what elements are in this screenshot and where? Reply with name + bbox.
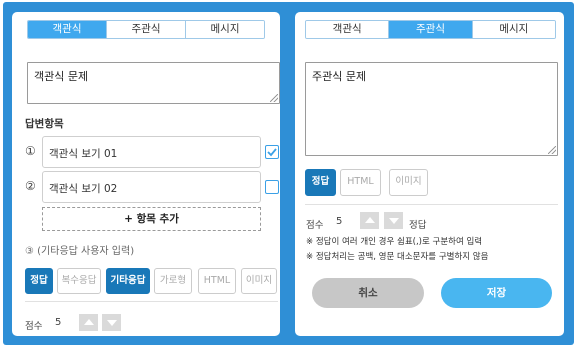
note-case-insensitive: ※ 정답처리는 공백, 영문 대소문자를 구별하지 않음 [306, 252, 489, 262]
etc-response-button[interactable]: 기타응답 [106, 268, 150, 294]
image-button[interactable]: 이미지 [389, 169, 428, 196]
correct-answer-checkbox[interactable] [265, 145, 279, 159]
divider [25, 301, 278, 302]
option-row-1: ① 객관식 보기 01 [12, 136, 280, 168]
option-number: ① [25, 144, 36, 158]
tab-message[interactable]: 메시지 [186, 21, 264, 38]
check-icon [267, 148, 277, 157]
option-number: ② [25, 179, 36, 193]
question-text: 객관식 문제 [34, 70, 89, 83]
question-text: 주관식 문제 [312, 70, 367, 83]
tab-multiple-choice[interactable]: 객관식 [28, 21, 107, 38]
etc-option-label: ③ (기타응답 사용자 입력) [25, 246, 135, 257]
score-label: 점수 [25, 321, 43, 332]
tab-short-answer[interactable]: 주관식 [107, 21, 186, 38]
add-option-button[interactable]: + 항목 추가 [42, 207, 261, 231]
question-input[interactable]: 객관식 문제 [27, 62, 280, 104]
tab-short-answer[interactable]: 주관식 [389, 21, 473, 38]
score-down-button[interactable] [384, 212, 403, 229]
save-button[interactable]: 저장 [441, 278, 552, 308]
answers-heading: 답변항목 [25, 118, 64, 130]
cancel-button[interactable]: 취소 [312, 278, 424, 308]
arrow-down-icon [107, 320, 117, 326]
resize-grip-icon[interactable] [548, 146, 556, 154]
score-up-button[interactable] [79, 314, 98, 331]
question-type-tabs: 객관식 주관식 메시지 [305, 20, 556, 39]
question-input[interactable]: 주관식 문제 [305, 62, 558, 156]
score-value: 5 [336, 216, 343, 227]
image-button[interactable]: 이미지 [241, 268, 277, 294]
arrow-down-icon [389, 218, 399, 224]
score-value: 5 [55, 317, 62, 328]
option-input[interactable]: 객관식 보기 02 [42, 171, 261, 203]
correct-answer-label: 정답 [409, 220, 427, 231]
correct-answer-button[interactable]: 정답 [25, 268, 53, 294]
html-button[interactable]: HTML [198, 268, 236, 294]
horizontal-layout-button[interactable]: 가로형 [154, 268, 192, 294]
correct-answer-checkbox[interactable] [265, 180, 279, 194]
multiple-choice-panel: 객관식 주관식 메시지 객관식 문제 답변항목 ① 객관식 보기 01 ② 객관… [12, 12, 280, 336]
divider [305, 204, 558, 205]
multiple-response-button[interactable]: 복수응답 [57, 268, 101, 294]
resize-grip-icon[interactable] [270, 94, 278, 102]
score-label: 점수 [306, 220, 324, 231]
option-input[interactable]: 객관식 보기 01 [42, 136, 261, 168]
score-up-button[interactable] [360, 212, 379, 229]
question-type-tabs: 객관식 주관식 메시지 [27, 20, 265, 39]
arrow-up-icon [365, 217, 375, 223]
arrow-up-icon [84, 319, 94, 325]
tab-message[interactable]: 메시지 [472, 21, 555, 38]
correct-answer-button[interactable]: 정답 [305, 169, 336, 196]
tab-multiple-choice[interactable]: 객관식 [306, 21, 390, 38]
html-button[interactable]: HTML [340, 169, 381, 196]
score-down-button[interactable] [102, 314, 121, 331]
option-row-2: ② 객관식 보기 02 [12, 171, 280, 203]
note-comma-separated: ※ 정답이 여러 개인 경우 쉼표(,)로 구분하여 입력 [306, 237, 483, 247]
short-answer-panel: 객관식 주관식 메시지 주관식 문제 정답 HTML 이미지 점수 5 정답 ※… [295, 12, 564, 336]
